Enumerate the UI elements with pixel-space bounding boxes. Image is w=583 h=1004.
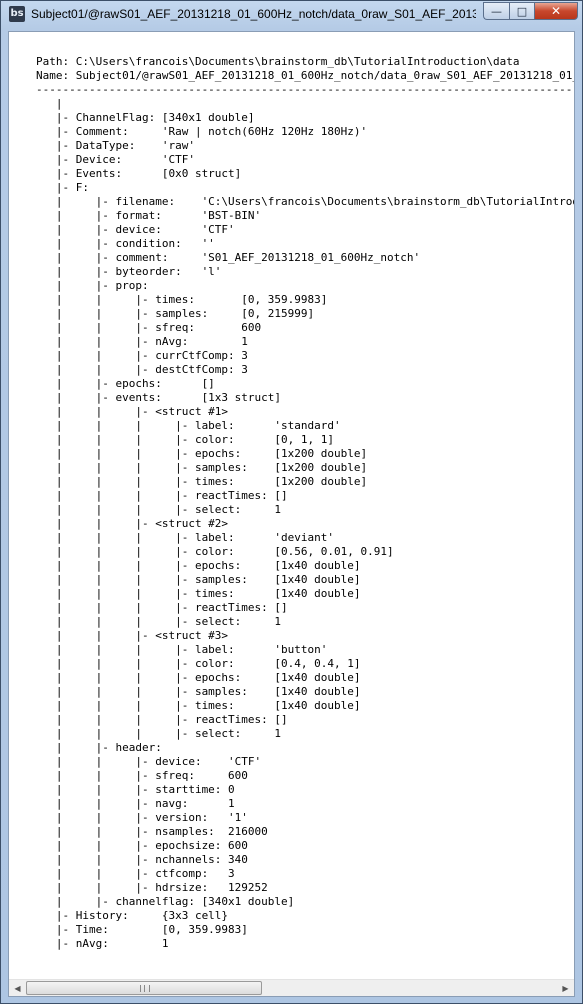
text-line: | | |- <struct #1> (36, 405, 229, 418)
text-line: Path: C:\Users\francois\Documents\brains… (36, 55, 520, 68)
arrow-left-icon: ◀ (14, 983, 21, 993)
text-line: | | |- nchannels: 340 (36, 853, 248, 866)
struct-text: Path: C:\Users\francois\Documents\brains… (9, 32, 574, 951)
text-line: | | |- times: [0, 359.9983] (36, 293, 328, 306)
maximize-icon: □ (516, 4, 528, 18)
text-line: | | |- sfreq: 600 (36, 769, 248, 782)
text-line: | | |- sfreq: 600 (36, 321, 262, 334)
text-line: | | | |- epochs: [1x40 double] (36, 671, 361, 684)
text-line: | | | |- reactTimes: [] (36, 713, 288, 726)
text-line: Name: Subject01/@rawS01_AEF_20131218_01_… (36, 69, 574, 82)
text-line: | | | |- select: 1 (36, 503, 282, 516)
text-line: | (36, 97, 63, 110)
struct-viewer-window: bs Subject01/@rawS01_AEF_20131218_01_600… (0, 0, 583, 1004)
text-line: | | | |- label: 'deviant' (36, 531, 335, 544)
text-line: ----------------------------------------… (36, 83, 574, 96)
scrollbar-thumb[interactable] (26, 981, 262, 995)
text-line: | | | |- reactTimes: [] (36, 489, 288, 502)
arrow-right-icon: ▶ (562, 983, 569, 993)
brainstorm-icon[interactable]: bs (9, 6, 25, 22)
text-line: | | |- navg: 1 (36, 797, 235, 810)
text-line: | | | |- times: [1x40 double] (36, 699, 361, 712)
text-line: |- History: {3x3 cell} (36, 909, 229, 922)
text-line: | | |- epochsize: 600 (36, 839, 248, 852)
text-line: | | | |- select: 1 (36, 615, 282, 628)
window-title: Subject01/@rawS01_AEF_20131218_01_600Hz_… (31, 7, 476, 21)
text-line: | |- comment: 'S01_AEF_20131218_01_600Hz… (36, 251, 421, 264)
struct-text-area[interactable]: Path: C:\Users\francois\Documents\brains… (9, 32, 574, 979)
text-line: | | | |- reactTimes: [] (36, 601, 288, 614)
scroll-left-button[interactable]: ◀ (9, 980, 26, 996)
text-line: |- Time: [0, 359.9983] (36, 923, 248, 936)
minimize-button[interactable]: — (483, 2, 509, 20)
text-line: | | |- starttime: 0 (36, 783, 235, 796)
text-line: | | | |- times: [1x40 double] (36, 587, 361, 600)
text-line: | | |- nsamples: 216000 (36, 825, 268, 838)
text-line: | | |- destCtfComp: 3 (36, 363, 248, 376)
text-line: | | |- hdrsize: 129252 (36, 881, 268, 894)
text-line: | | | |- color: [0.56, 0.01, 0.91] (36, 545, 394, 558)
text-line: | | | |- label: 'button' (36, 643, 328, 656)
text-line: | |- condition: '' (36, 237, 215, 250)
text-line: | | | |- color: [0.4, 0.4, 1] (36, 657, 361, 670)
text-line: |- Comment: 'Raw | notch(60Hz 120Hz 180H… (36, 125, 368, 138)
text-line: | | | |- samples: [1x40 double] (36, 685, 361, 698)
text-line: | | | |- epochs: [1x200 double] (36, 447, 368, 460)
text-line: |- F: (36, 181, 89, 194)
caption-buttons: — □ ✕ (483, 2, 578, 21)
text-line: |- nAvg: 1 (36, 937, 169, 950)
text-line: | | | |- epochs: [1x40 double] (36, 559, 361, 572)
title-bar[interactable]: bs Subject01/@rawS01_AEF_20131218_01_600… (1, 1, 582, 29)
text-line: | | | |- samples: [1x200 double] (36, 461, 368, 474)
content-panel: Path: C:\Users\francois\Documents\brains… (8, 31, 575, 997)
minimize-icon: — (491, 4, 502, 18)
text-line: |- ChannelFlag: [340x1 double] (36, 111, 255, 124)
text-line: | | |- currCtfComp: 3 (36, 349, 248, 362)
text-line: | |- epochs: [] (36, 377, 215, 390)
text-line: | | |- device: 'CTF' (36, 755, 262, 768)
grip-icon (140, 985, 150, 992)
text-line: | |- device: 'CTF' (36, 223, 235, 236)
text-line: | | | |- select: 1 (36, 727, 282, 740)
text-line: | | | |- times: [1x200 double] (36, 475, 368, 488)
text-line: |- Events: [0x0 struct] (36, 167, 242, 180)
text-line: | | |- ctfcomp: 3 (36, 867, 235, 880)
text-line: | |- header: (36, 741, 162, 754)
text-line: | | |- <struct #2> (36, 517, 229, 530)
text-line: | | |- samples: [0, 215999] (36, 307, 315, 320)
text-line: |- DataType: 'raw' (36, 139, 195, 152)
scroll-right-button[interactable]: ▶ (557, 980, 574, 996)
text-line: | | | |- label: 'standard' (36, 419, 341, 432)
text-line: | | |- <struct #3> (36, 629, 229, 642)
text-line: | |- events: [1x3 struct] (36, 391, 282, 404)
text-line: | | | |- samples: [1x40 double] (36, 573, 361, 586)
text-line: | | |- nAvg: 1 (36, 335, 248, 348)
text-line: | |- byteorder: 'l' (36, 265, 222, 278)
text-line: | |- format: 'BST-BIN' (36, 209, 262, 222)
text-line: | |- prop: (36, 279, 149, 292)
text-line: | | | |- color: [0, 1, 1] (36, 433, 335, 446)
text-line: | |- channelflag: [340x1 double] (36, 895, 295, 908)
close-button[interactable]: ✕ (534, 2, 578, 20)
horizontal-scrollbar[interactable]: ◀ ▶ (9, 979, 574, 996)
text-line: |- Device: 'CTF' (36, 153, 195, 166)
text-line: | |- filename: 'C:\Users\francois\Docume… (55, 195, 574, 208)
maximize-button[interactable]: □ (509, 2, 534, 20)
close-icon: ✕ (550, 4, 562, 18)
text-line: | | |- version: '1' (36, 811, 248, 824)
